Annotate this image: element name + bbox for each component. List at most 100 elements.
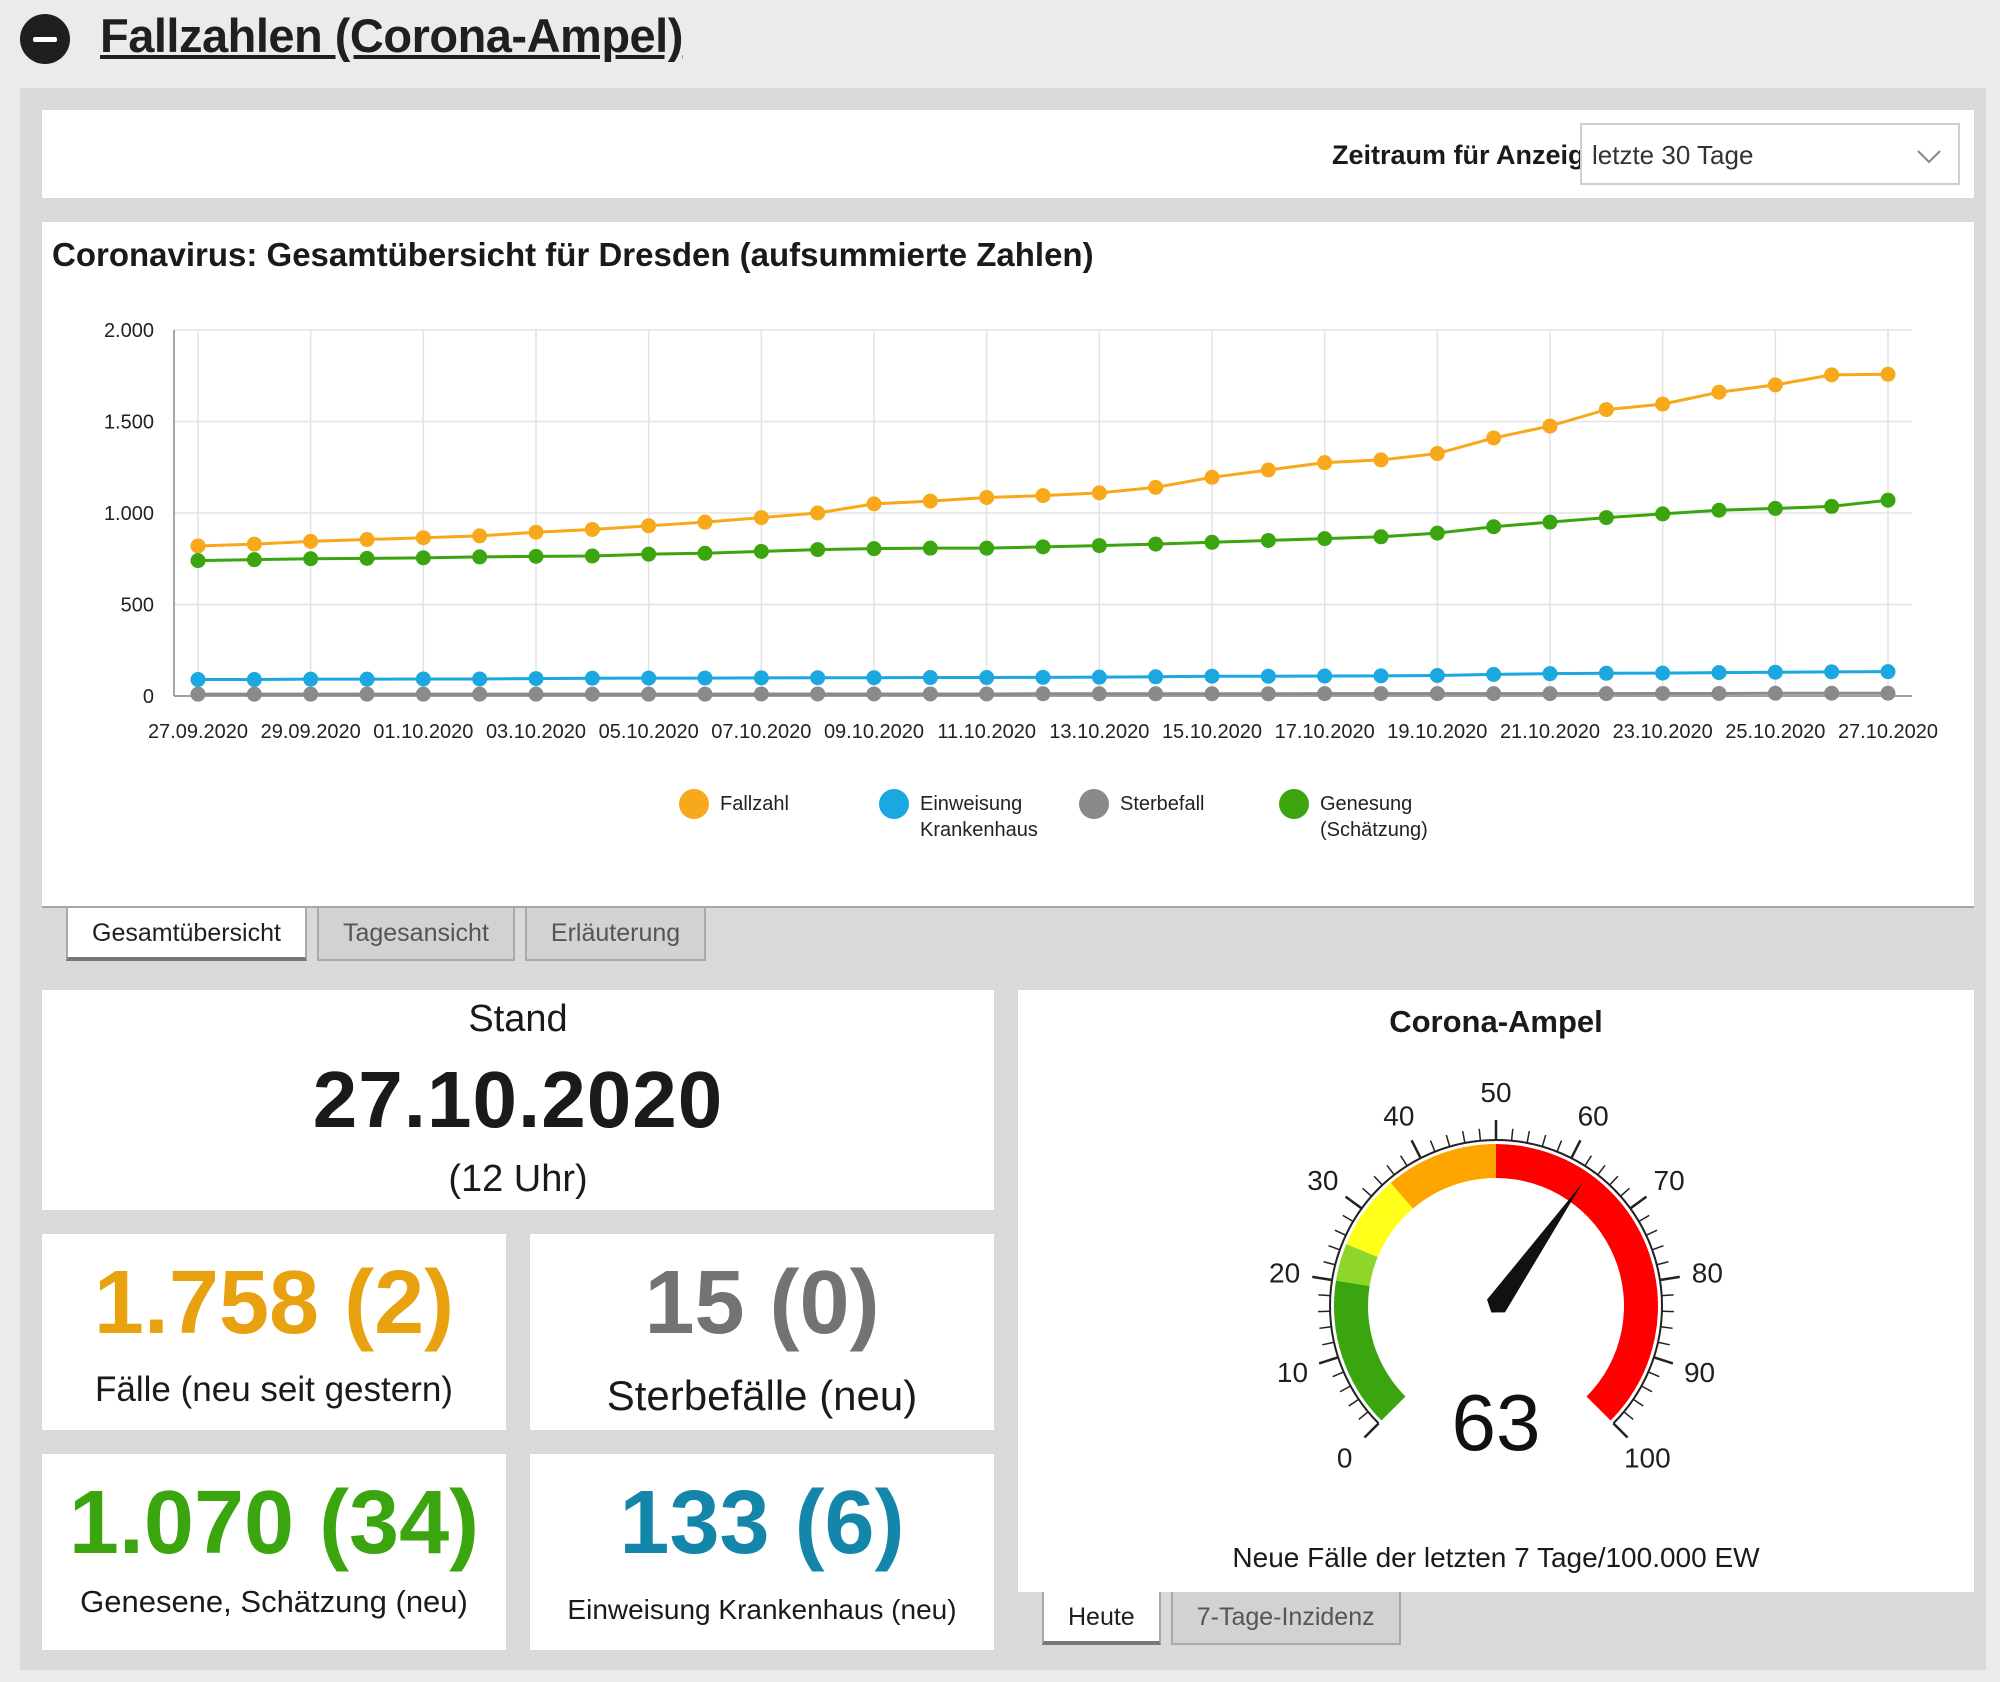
timerange-label: Zeitraum für Anzeige: [1332,140,1609,170]
tab-erlaeuterung[interactable]: Erläuterung [524,908,707,961]
data-point [810,542,826,558]
data-point [1373,529,1389,545]
data-point [246,552,262,568]
timerange-select[interactable]: letzte 30 Tage [1580,123,1960,185]
chart-title: Coronavirus: Gesamtübersicht für Dresden… [52,236,1094,273]
data-point [641,546,657,562]
data-point [810,505,826,521]
gauge-tick [1478,1128,1482,1141]
gauge-tick [1386,1164,1395,1176]
data-point [1091,538,1107,554]
gauge-tick [1638,1214,1650,1223]
data-point [922,493,938,509]
data-point [1091,686,1107,702]
tab-gesamtuebersicht[interactable]: Gesamtübersicht [66,908,307,961]
gauge-tick [1410,1139,1422,1159]
data-point [866,686,882,702]
x-tick-label: 01.10.2020 [373,721,473,743]
gauge-tick [1318,1356,1339,1365]
gauge-tick-label: 30 [1307,1165,1338,1196]
filter-panel: Zeitraum für Anzeige: letzte 30 Tage [42,110,1974,198]
data-point [979,670,995,686]
data-point [753,543,769,559]
data-point [472,686,488,702]
data-point [1429,686,1445,702]
tab-heute[interactable]: Heute [1042,1592,1161,1645]
page-title[interactable]: Fallzahlen (Corona-Ampel) [100,8,683,63]
gauge-tick-label: 100 [1624,1442,1671,1473]
data-point [1373,686,1389,702]
data-point [1035,488,1051,504]
legend-marker [679,789,709,819]
data-point [1711,685,1727,701]
data-point [303,671,319,687]
gauge-tick [1361,1187,1372,1197]
data-point [1429,525,1445,541]
data-point [1486,666,1502,682]
gauge-tick [1556,1140,1563,1152]
data-point [1542,666,1558,682]
data-point [584,670,600,686]
data-point [415,671,431,687]
gauge-tick [1623,1411,1634,1421]
data-point [1824,685,1840,701]
recovered-label: Genesene, Schätzung (neu) [80,1584,468,1619]
x-tick-label: 21.10.2020 [1500,721,1600,743]
data-point [303,686,319,702]
data-point [359,686,375,702]
data-point [246,536,262,552]
collapse-icon[interactable] [20,14,70,64]
data-point [1035,686,1051,702]
y-tick-label: 500 [121,595,154,617]
x-tick-label: 27.10.2020 [1838,721,1938,743]
data-point [528,671,544,687]
legend-marker [879,789,909,819]
gauge-tick [1660,1326,1673,1330]
legend-label: Genesung [1320,793,1412,815]
chevron-down-icon [1917,150,1941,164]
hospital-label: Einweisung Krankenhaus (neu) [567,1594,957,1625]
deaths-label: Sterbefälle (neu) [606,1372,918,1419]
data-point [697,514,713,530]
cases-card: 1.758 (2) Fälle (neu seit gestern) [42,1234,506,1430]
data-point [866,496,882,512]
gauge-tick-label: 0 [1337,1442,1353,1473]
data-point [584,548,600,564]
gauge-tick [1332,1371,1344,1378]
tab-tagesansicht[interactable]: Tagesansicht [316,908,515,961]
data-point [697,670,713,686]
data-point [1373,668,1389,684]
data-point [359,550,375,566]
data-point [1148,669,1164,685]
data-point [1880,685,1896,701]
x-tick-label: 09.10.2020 [824,721,924,743]
gauge-tick [1570,1139,1582,1159]
data-point [1655,506,1671,522]
gauge-tick [1661,1294,1674,1297]
gauge-tick [1657,1341,1670,1346]
gauge-tick [1659,1275,1680,1282]
gauge-tick [1620,1187,1631,1197]
series-line-0 [197,372,1889,548]
x-tick-label: 17.10.2020 [1275,721,1375,743]
data-point [1598,402,1614,418]
data-point [810,670,826,686]
data-point [1486,430,1502,446]
gauge-tick [1632,1398,1644,1407]
data-point [472,549,488,565]
data-point [1711,502,1727,518]
x-tick-label: 15.10.2020 [1162,721,1262,743]
gauge-tick [1629,1195,1648,1210]
gauge-tick [1358,1411,1369,1421]
data-point [190,553,206,569]
data-point [190,538,206,554]
stand-date: 27.10.2020 [312,1055,724,1144]
legend-label: Einweisung [920,793,1022,815]
gauge-tick [1363,1422,1380,1439]
line-chart: 0 500 1.000 1.500 2.000 27.09.2020 29.09.2020 0… [104,320,1938,841]
legend-marker [1079,789,1109,819]
legend-label: Krankenhaus [920,819,1038,841]
tab-7-tage-inzidenz[interactable]: 7-Tage-Inzidenz [1170,1592,1401,1645]
data-point [979,489,995,505]
data-point [1148,536,1164,552]
